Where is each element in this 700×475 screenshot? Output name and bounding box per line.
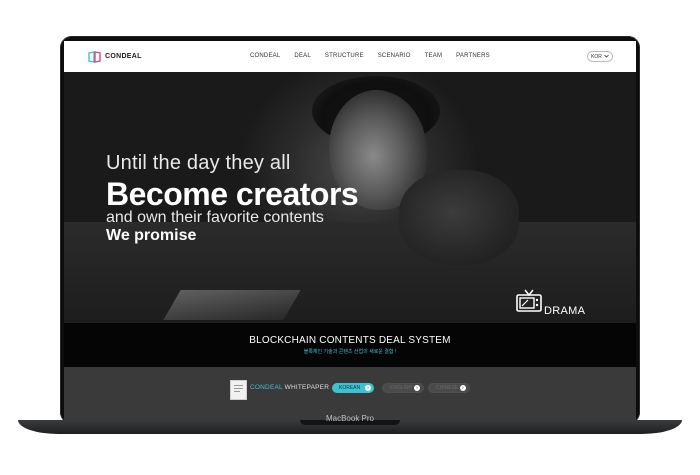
whitepaper-section: CONDEAL WHITEPAPER KOREAN › ENGLISH › CH… [64,367,636,420]
hero-line-2: Become creators [106,176,359,212]
drama-badge: DRAMA [516,288,585,317]
drama-label: DRAMA [544,305,586,317]
hero-photo-laptop [163,290,301,320]
logo[interactable]: CONDEAL [88,50,142,63]
language-selector[interactable]: KOR [587,51,613,62]
button-label: KOREAN [339,385,361,391]
button-label: ENGLISH [390,385,412,391]
hero-section: Until the day they all Become creators a… [64,72,636,323]
button-label: CHINESE [436,385,459,391]
logo-text: CONDEAL [105,52,142,60]
menu-item-team[interactable]: TEAM [425,53,442,59]
hero-headline: Until the day they all Become creators a… [106,152,359,245]
whitepaper-english-button[interactable]: ENGLISH › [382,383,424,393]
whitepaper-label: WHITEPAPER [284,384,330,391]
menu-item-scenario[interactable]: SCENARIO [378,53,411,59]
menu-item-partners[interactable]: PARTNERS [456,53,490,59]
menu-item-deal[interactable]: DEAL [294,53,310,59]
device-model-label: MacBook Pro [325,414,375,423]
document-line [234,391,240,392]
website-screen: CONDEAL CONDEAL DEAL STRUCTURE SCENARIO … [64,41,636,420]
logo-icon [88,50,101,63]
hero-line-3: and own their favorite contents [106,209,324,226]
document-line [234,385,243,386]
whitepaper-brand: CONDEAL [250,384,283,391]
laptop-mockup: CONDEAL CONDEAL DEAL STRUCTURE SCENARIO … [0,0,700,475]
download-arrow-icon: › [414,385,420,391]
whitepaper-korean-button[interactable]: KOREAN › [332,383,374,393]
hero-line-4: We promise [106,227,197,244]
language-label: KOR [591,53,602,60]
top-navigation: CONDEAL CONDEAL DEAL STRUCTURE SCENARIO … [64,41,636,72]
menu-item-structure[interactable]: STRUCTURE [325,53,364,59]
whitepaper-title: CONDEAL WHITEPAPER [250,384,329,391]
menu-item-condeal[interactable]: CONDEAL [250,53,280,59]
deal-system-band: BLOCKCHAIN CONTENTS DEAL SYSTEM 블록체인 기술과… [64,323,636,367]
hero-line-1: Until the day they all [106,152,291,174]
tv-icon [516,288,542,317]
hero-photo-arm [399,170,519,265]
band-title: BLOCKCHAIN CONTENTS DEAL SYSTEM [249,335,451,346]
whitepaper-chinese-button[interactable]: CHINESE › [428,383,470,393]
band-subtitle: 블록체인 기술과 콘텐츠 산업의 새로운 결합 ! [303,349,397,355]
download-arrow-icon: › [460,385,466,391]
document-line [234,388,243,389]
download-arrow-icon: › [365,385,371,391]
main-menu: CONDEAL DEAL STRUCTURE SCENARIO TEAM PAR… [250,53,490,59]
chevron-down-icon [604,54,609,60]
document-icon [230,380,247,400]
